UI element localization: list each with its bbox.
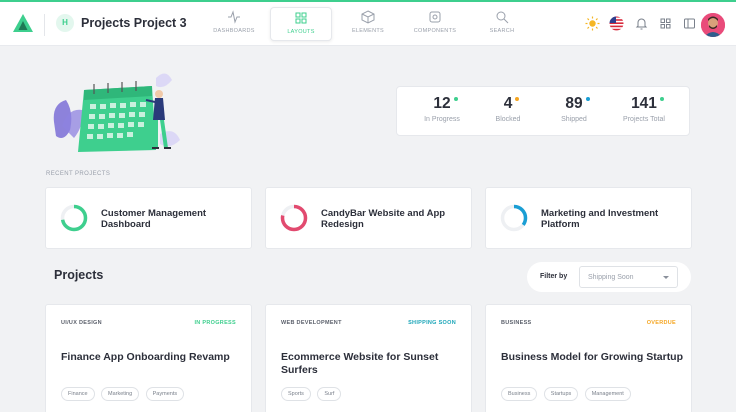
nav-label: DASHBOARDS — [213, 28, 255, 34]
sidebar-toggle-icon[interactable] — [682, 16, 697, 31]
nav-elements[interactable]: ELEMENTS — [337, 7, 399, 41]
calendar-illustration — [53, 73, 180, 152]
tag[interactable]: Surf — [317, 387, 342, 401]
stat-label: Projects Total — [623, 116, 665, 123]
activity-icon — [228, 10, 240, 24]
search-icon — [496, 11, 509, 24]
recent-project-card[interactable]: CandyBar Website and App Redesign — [265, 187, 472, 249]
stat-value: 4 — [503, 95, 513, 112]
progress-ring — [500, 204, 528, 232]
divider — [44, 14, 45, 36]
project-title: Ecommerce Website for Sunset Surfers — [281, 351, 439, 376]
logo-icon[interactable] — [12, 13, 34, 33]
status-badge: IN PROGRESS — [194, 320, 236, 326]
filter-bar: Filter by Shipping Soon — [527, 262, 691, 292]
us-flag-icon[interactable] — [609, 16, 624, 31]
filter-value: Shipping Soon — [588, 274, 634, 281]
chevron-down-icon — [663, 276, 669, 279]
stat-label: In Progress — [424, 116, 460, 123]
cube-icon — [361, 10, 375, 24]
status-dot — [659, 97, 664, 101]
stat-value: 12 — [433, 95, 451, 112]
stat-projects-total: 141 Projects Total — [609, 95, 679, 123]
recent-project-title: CandyBar Website and App Redesign — [321, 208, 446, 230]
gear-icon — [429, 11, 441, 23]
nav-label: COMPONENTS — [413, 28, 457, 34]
tag[interactable]: Startups — [543, 387, 579, 401]
project-card[interactable]: UI/UX DESIGN IN PROGRESS Finance App Onb… — [45, 304, 252, 412]
tag[interactable]: Sports — [281, 387, 311, 401]
tag[interactable]: Management — [584, 387, 631, 401]
nav-dashboards[interactable]: DASHBOARDS — [203, 7, 265, 41]
stat-value: 141 — [631, 95, 657, 112]
tag-list: Finance Marketing Payments — [61, 382, 186, 401]
project-title: Business Model for Growing Startup — [501, 351, 684, 363]
tag[interactable]: Business — [501, 387, 538, 401]
recent-project-card[interactable]: Customer Management Dashboard — [45, 187, 252, 249]
tag[interactable]: Payments — [145, 387, 185, 401]
tag-list: Sports Surf — [281, 382, 343, 401]
project-category: BUSINESS — [501, 320, 532, 326]
user-portrait-icon — [701, 13, 725, 37]
project-category: UI/UX DESIGN — [61, 320, 102, 326]
recent-projects-label: RECENT PROJECTS — [46, 171, 111, 177]
status-badge: SHIPPING SOON — [408, 320, 456, 326]
apps-grid-icon[interactable] — [658, 16, 673, 31]
recent-project-title: Marketing and Investment Platform — [541, 208, 659, 230]
project-title[interactable]: Projects Project 3 — [81, 16, 187, 30]
progress-ring — [280, 204, 308, 232]
nav-search[interactable]: SEARCH — [471, 7, 533, 41]
stat-label: Shipped — [561, 116, 587, 123]
filter-label: Filter by — [540, 273, 568, 280]
project-avatar[interactable]: H — [56, 14, 74, 32]
project-card[interactable]: WEB DEVELOPMENT SHIPPING SOON Ecommerce … — [265, 304, 472, 412]
stat-shipped: 89 Shipped — [539, 95, 609, 123]
status-badge: OVERDUE — [646, 320, 676, 326]
tag-list: Business Startups Management — [501, 382, 633, 401]
nav-label: ELEMENTS — [351, 28, 385, 34]
stat-in-progress: 12 In Progress — [407, 95, 477, 123]
recent-project-card[interactable]: Marketing and Investment Platform — [485, 187, 692, 249]
progress-ring — [60, 204, 88, 232]
status-dot — [515, 97, 520, 101]
stat-value: 89 — [565, 95, 583, 112]
stats-summary-card: 12 In Progress 4 Blocked 89 Shipped 141 … — [396, 86, 690, 136]
tag[interactable]: Finance — [61, 387, 95, 401]
nav-components[interactable]: COMPONENTS — [404, 7, 466, 41]
project-title: Finance App Onboarding Revamp — [61, 351, 230, 363]
top-bar: H Projects Project 3 DASHBOARDS LAYOUTS … — [0, 0, 736, 46]
tag[interactable]: Marketing — [101, 387, 140, 401]
user-avatar[interactable] — [701, 13, 725, 37]
nav-label: SEARCH — [489, 28, 515, 34]
project-card[interactable]: BUSINESS OVERDUE Business Model for Grow… — [485, 304, 692, 412]
stat-blocked: 4 Blocked — [473, 95, 543, 123]
stat-label: Blocked — [495, 116, 521, 123]
sun-icon[interactable] — [585, 16, 600, 31]
nav-label: LAYOUTS — [287, 29, 315, 35]
status-dot — [453, 97, 458, 101]
status-dot — [585, 97, 590, 101]
grid-icon — [295, 12, 307, 24]
project-category: WEB DEVELOPMENT — [281, 320, 342, 326]
bell-icon[interactable] — [634, 16, 649, 31]
projects-heading: Projects — [54, 268, 104, 282]
filter-select[interactable]: Shipping Soon — [579, 266, 678, 288]
recent-project-title: Customer Management Dashboard — [101, 208, 207, 230]
nav-layouts[interactable]: LAYOUTS — [270, 7, 332, 41]
